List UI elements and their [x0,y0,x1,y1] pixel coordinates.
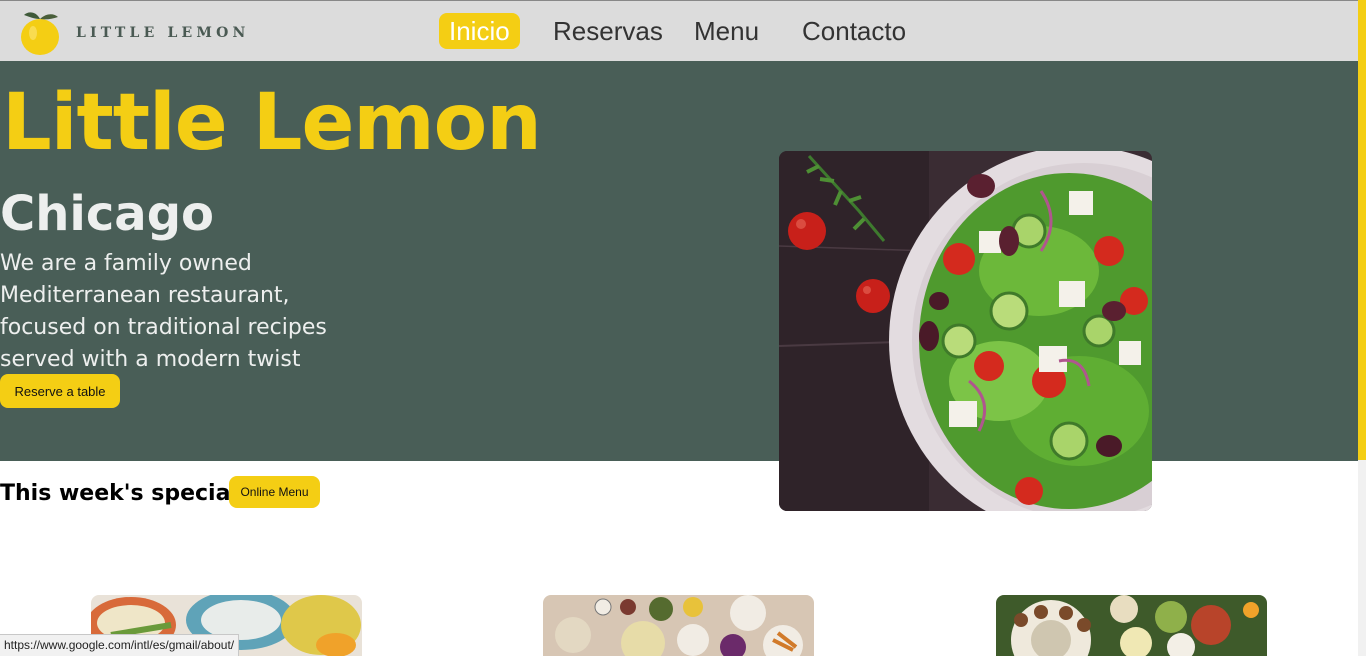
salad-illustration [779,151,1152,511]
logo-text: LITTLE LEMON [76,25,250,41]
logo[interactable]: LITTLE LEMON [18,5,278,57]
special-card-image[interactable] [543,595,814,656]
reserve-table-button[interactable]: Reserve a table [0,374,120,408]
status-bar-url: https://www.google.com/intl/es/gmail/abo… [0,634,240,656]
nav-item-contacto[interactable]: Contacto [802,13,906,49]
nav-item-inicio[interactable]: Inicio [439,13,520,49]
specials-title: This week's specials! [0,481,262,506]
special-card-image[interactable] [996,595,1267,656]
vertical-scrollbar-thumb[interactable] [1358,0,1366,460]
mezze-dish-image [543,595,814,656]
online-menu-button[interactable]: Online Menu [229,476,320,508]
lemon-logo-icon [21,12,59,55]
nav-item-menu[interactable]: Menu [694,13,759,49]
falafel-dish-image [996,595,1267,656]
hero-description: We are a family owned Mediterranean rest… [0,251,327,372]
site-header: LITTLE LEMON Inicio Reservas Menu Contac… [0,0,1358,61]
hero-title: Little Lemon [2,78,542,168]
nav-item-reservas[interactable]: Reservas [553,13,663,49]
hero-salad-image [779,151,1152,511]
hero-subtitle: Chicago [0,186,215,242]
page: LITTLE LEMON Inicio Reservas Menu Contac… [0,0,1366,656]
